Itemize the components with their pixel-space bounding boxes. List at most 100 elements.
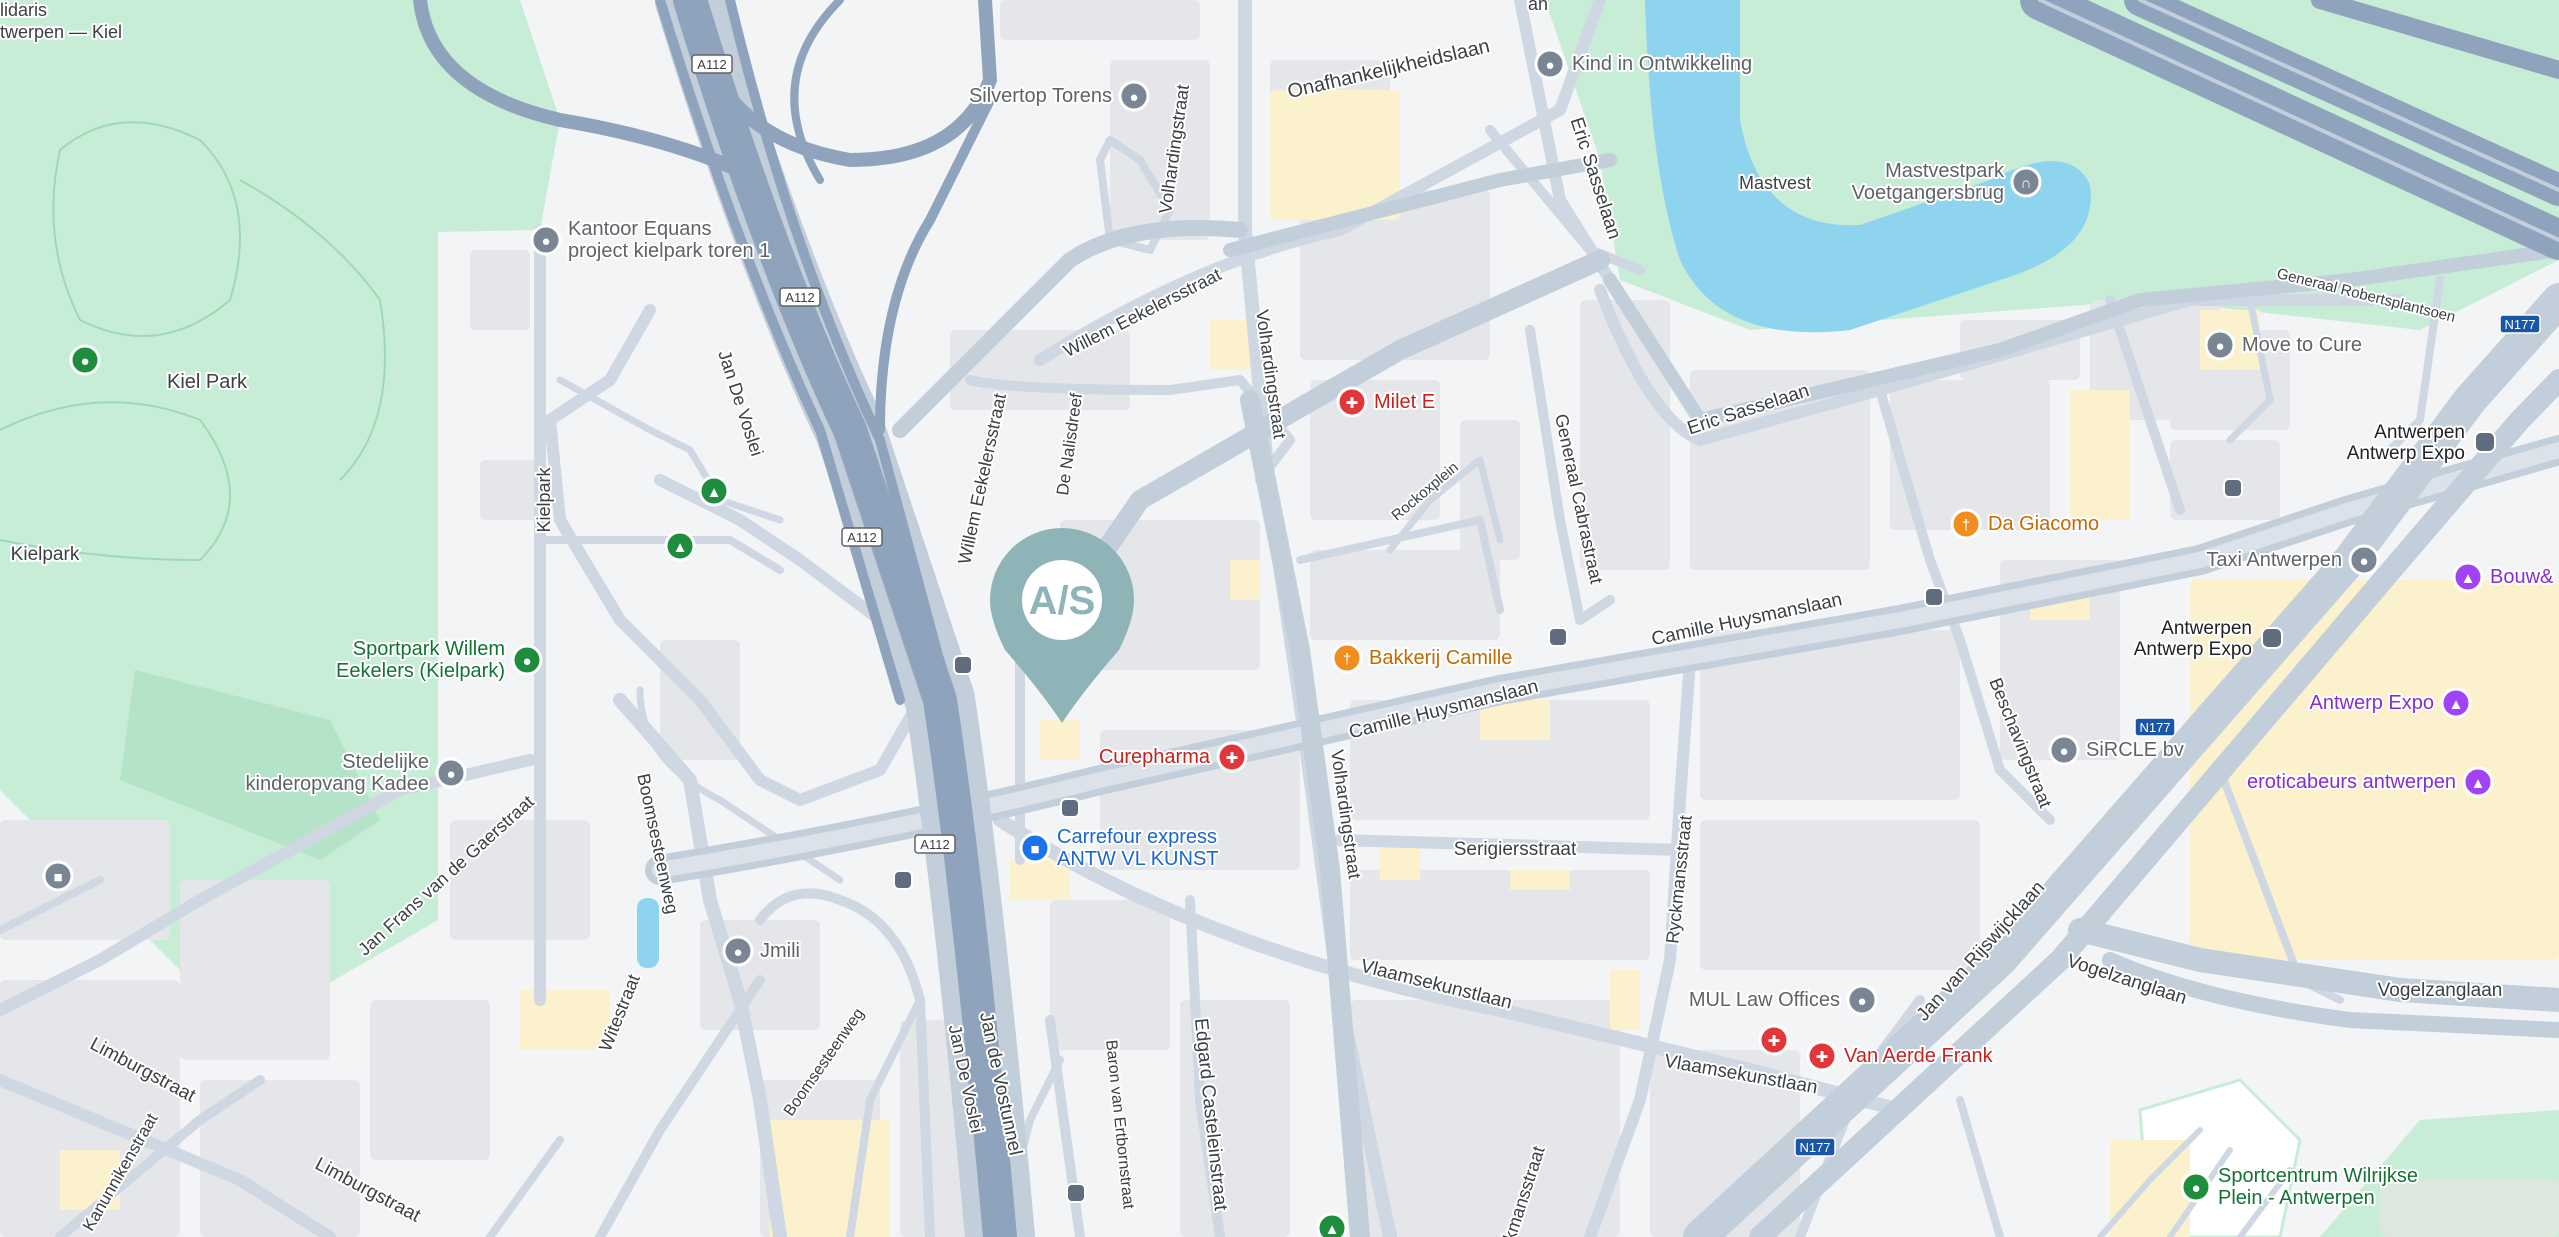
svg-text:■: ■: [1030, 841, 1039, 858]
svg-text:N177: N177: [2139, 720, 2170, 735]
svg-text:†: †: [1962, 517, 1970, 534]
pin-icon: ●: [1846, 984, 1878, 1016]
svg-text:N177: N177: [2504, 317, 2535, 332]
poi-label: MUL Law Offices: [1689, 989, 1840, 1011]
bridge-icon: ∩: [2010, 166, 2042, 198]
svg-text:▲: ▲: [673, 539, 688, 556]
svg-text:●: ●: [541, 233, 550, 250]
poi-tree-2[interactable]: ▲: [664, 530, 696, 562]
svg-text:■: ■: [53, 869, 62, 886]
poi-taxi-antwerpen[interactable]: ● Taxi Antwerpen: [2204, 544, 2380, 576]
poi-label: Kind in Ontwikkeling: [1572, 53, 1752, 75]
poi-label: Antwerp Expo: [2309, 692, 2434, 714]
tree-icon: ▲: [698, 475, 730, 507]
svg-text:▲: ▲: [2471, 775, 2486, 792]
tree-icon: ▲: [664, 530, 696, 562]
poi-label: Sportpark Willem: [353, 638, 505, 660]
poi-label: Stedelijke: [342, 751, 429, 773]
shield-a112-2: A112: [779, 287, 821, 307]
poi-jmili[interactable]: ● Jmili: [722, 935, 802, 967]
poi-label: ANTW VL KUNST: [1057, 848, 1219, 870]
svg-text:N177: N177: [1799, 1140, 1830, 1155]
poi-kiel-park-marker[interactable]: ●: [69, 344, 101, 376]
area-solidaris: lidaris: [0, 0, 47, 20]
svg-text:●: ●: [2359, 553, 2368, 570]
svg-text:●: ●: [446, 766, 455, 783]
poi-bouw[interactable]: ▲ Bouw&: [2452, 561, 2556, 593]
svg-text:●: ●: [1857, 993, 1866, 1010]
poi-eroticabeurs-antwerpen[interactable]: ▲ eroticabeurs antwerpen: [2245, 766, 2494, 798]
poi-tree-3[interactable]: ▲: [1316, 1212, 1348, 1237]
transit-label: Antwerpen: [2374, 422, 2465, 443]
svg-text:▲: ▲: [2449, 696, 2464, 713]
bus-stop-icon[interactable]: [953, 655, 973, 675]
svg-text:A112: A112: [697, 57, 726, 72]
map-canvas[interactable]: A/S ● Silvertop Torens ● Kind in Ontwikkeli…: [0, 0, 2559, 1237]
hospital-icon: ✚: [1758, 1024, 1790, 1056]
poi-label: eroticabeurs antwerpen: [2247, 771, 2456, 793]
poi-label: Milet E: [1374, 391, 1435, 413]
pin-icon: ●: [530, 224, 562, 256]
svg-text:●: ●: [80, 353, 89, 370]
svg-text:●: ●: [733, 944, 742, 961]
poi-milet-e[interactable]: ✚ Milet E: [1336, 386, 1437, 418]
poi-label: Van Aerde Frank: [1844, 1045, 1994, 1067]
poi-label: project kielpark toren 1: [568, 240, 770, 262]
bus-stop-icon[interactable]: [2223, 478, 2243, 498]
bus-stop-icon[interactable]: [893, 870, 913, 890]
bus-stop-icon[interactable]: [1924, 587, 1944, 607]
hospital-icon: ✚: [1806, 1040, 1838, 1072]
svg-text:▲: ▲: [1325, 1221, 1340, 1237]
bus-stop-icon[interactable]: [1066, 1183, 1086, 1203]
poi-label: Move to Cure: [2242, 334, 2362, 356]
bus-stop-icon[interactable]: [1060, 798, 1080, 818]
street-vogelzanglaan-east: Vogelzanglaan: [2378, 980, 2503, 1001]
pin-icon: ●: [2204, 329, 2236, 361]
small-pond: [637, 898, 659, 968]
poi-label: Kantoor Equans: [568, 218, 711, 240]
bus-stop-icon[interactable]: [1548, 627, 1568, 647]
street-kielpark: Kielpark: [534, 466, 554, 532]
poi-move-to-cure[interactable]: ● Move to Cure: [2204, 329, 2364, 361]
shopping-cart-icon: ■: [1019, 832, 1051, 864]
pin-icon: ●: [435, 757, 467, 789]
svg-text:▲: ▲: [2461, 570, 2476, 587]
svg-text:A112: A112: [847, 530, 876, 545]
poi-curepharma[interactable]: ✚ Curepharma: [1097, 741, 1248, 773]
hospital-icon: ✚: [1336, 386, 1368, 418]
poi-sircle-bv[interactable]: ● SiRCLE bv: [2048, 734, 2186, 766]
area-mastvest: Mastvest: [1739, 173, 1811, 193]
landmark-icon: ▲: [2452, 561, 2484, 593]
poi-label: Mastvestpark: [1885, 160, 2005, 182]
svg-text:†: †: [1343, 651, 1351, 668]
street-fragment-an: an: [1528, 0, 1548, 14]
poi-antwerp-expo[interactable]: ▲ Antwerp Expo: [2307, 687, 2472, 719]
svg-text:✚: ✚: [1816, 1049, 1829, 1066]
poi-tree-1[interactable]: ▲: [698, 475, 730, 507]
poi-da-giacomo[interactable]: † Da Giacomo: [1950, 508, 2101, 540]
poi-school[interactable]: ■: [42, 860, 74, 892]
restaurant-icon: †: [1331, 642, 1363, 674]
landmark-icon: ▲: [2440, 687, 2472, 719]
street-serigiersstraat: Serigiersstraat: [1454, 839, 1577, 860]
shield-a112-4: A112: [914, 834, 956, 854]
svg-text:▲: ▲: [707, 484, 722, 501]
poi-hospital-small[interactable]: ✚: [1758, 1024, 1790, 1056]
shield-n177-3: N177: [1794, 1137, 1836, 1157]
poi-label: Voetgangersbrug: [1852, 182, 2004, 204]
poi-label: Bakkerij Camille: [1369, 647, 1512, 669]
svg-text:●: ●: [2215, 338, 2224, 355]
restaurant-icon: †: [1950, 508, 1982, 540]
poi-label: kinderopvang Kadee: [246, 773, 429, 795]
shield-n177-2: N177: [2134, 717, 2176, 737]
poi-label: Taxi Antwerpen: [2206, 549, 2342, 571]
park-icon: ●: [69, 344, 101, 376]
pin-icon: ●: [1118, 80, 1150, 112]
shield-a112-3: A112: [841, 527, 883, 547]
svg-text:●: ●: [2191, 1180, 2200, 1197]
poi-label: Carrefour express: [1057, 826, 1217, 848]
poi-label: Curepharma: [1099, 746, 1211, 768]
pin-icon: ●: [1534, 48, 1566, 80]
poi-label: Silvertop Torens: [969, 85, 1112, 107]
tree-icon: ▲: [1316, 1212, 1348, 1237]
